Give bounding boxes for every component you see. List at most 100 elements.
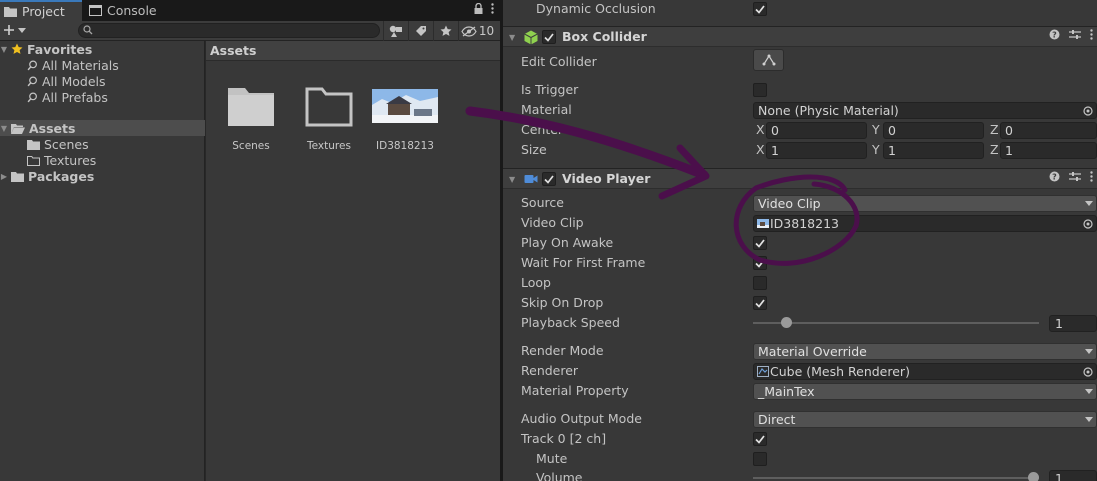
- field-label: Material Property: [521, 383, 629, 398]
- material-object-field[interactable]: None (Physic Material): [753, 102, 1097, 119]
- checkmark-icon: [755, 4, 765, 14]
- center-y-field[interactable]: 0: [883, 122, 984, 139]
- skip-on-drop-checkbox[interactable]: [753, 296, 767, 310]
- expanded-arrow-icon[interactable]: ▼: [0, 124, 8, 133]
- playback-speed-field[interactable]: 1: [1049, 315, 1097, 332]
- size-y-field[interactable]: 1: [883, 142, 984, 159]
- star-icon: [440, 25, 452, 37]
- tab-console[interactable]: Console: [85, 0, 180, 21]
- tree-item-all-models[interactable]: All Models: [0, 73, 205, 89]
- edit-collider-button[interactable]: [753, 49, 784, 71]
- tree-item-textures[interactable]: Textures: [0, 152, 205, 168]
- asset-scenes[interactable]: Scenes: [216, 79, 286, 152]
- lock-icon[interactable]: [474, 3, 483, 14]
- hidden-packages-toggle[interactable]: 10: [458, 21, 496, 41]
- video-clip-icon: [757, 219, 769, 228]
- collapsed-arrow-icon[interactable]: ▶: [0, 172, 8, 181]
- size-x-field[interactable]: 1: [766, 142, 867, 159]
- tree-assets-label: Assets: [29, 120, 76, 136]
- loop-checkbox[interactable]: [753, 276, 767, 290]
- folder-outline-icon: [296, 79, 362, 133]
- center-row: Center X 0 Y 0 Z 0: [503, 120, 1097, 140]
- more-options-icon[interactable]: [1090, 171, 1093, 182]
- help-icon[interactable]: ?: [1049, 29, 1060, 40]
- track0-row: Track 0 [2 ch]: [503, 429, 1097, 449]
- field-label: Track 0 [2 ch]: [521, 431, 607, 446]
- box-collider-enabled-checkbox[interactable]: [542, 30, 556, 44]
- center-x-field[interactable]: 0: [766, 122, 867, 139]
- object-picker-icon[interactable]: [1083, 106, 1093, 116]
- playback-speed-slider[interactable]: [753, 322, 1039, 324]
- tree-item-all-prefabs[interactable]: All Prefabs: [0, 89, 205, 105]
- slider-knob[interactable]: [780, 317, 792, 328]
- svg-text:?: ?: [1052, 31, 1057, 40]
- tree-assets[interactable]: ▼ Assets: [0, 120, 205, 136]
- tag-icon: [415, 25, 427, 37]
- fold-arrow-icon[interactable]: ▼: [509, 175, 515, 184]
- play-on-awake-checkbox[interactable]: [753, 236, 767, 250]
- slider-knob[interactable]: [1028, 472, 1039, 481]
- tree-favorites[interactable]: ▼ Favorites: [0, 41, 205, 57]
- mute-checkbox[interactable]: [753, 452, 767, 466]
- track0-checkbox[interactable]: [753, 432, 767, 446]
- chevron-down-icon: [1085, 201, 1093, 206]
- chevron-down-icon: [1085, 349, 1093, 354]
- field-label: Loop: [521, 275, 551, 290]
- favorites-filter-button[interactable]: [433, 21, 458, 41]
- tree-packages[interactable]: ▶ Packages: [0, 168, 205, 184]
- dropdown-value: Direct: [758, 412, 796, 427]
- tree-packages-label: Packages: [28, 168, 95, 184]
- field-label: Render Mode: [521, 343, 604, 358]
- renderer-row: Renderer Cube (Mesh Renderer): [503, 361, 1097, 381]
- video-clip-object-field[interactable]: ID3818213: [753, 215, 1097, 232]
- filter-by-label-button[interactable]: [408, 21, 433, 41]
- material-property-dropdown[interactable]: _MainTex: [753, 383, 1097, 400]
- audio-output-mode-dropdown[interactable]: Direct: [753, 411, 1097, 428]
- volume-slider[interactable]: [753, 477, 1039, 479]
- loop-row: Loop: [503, 273, 1097, 293]
- tree-item-all-materials[interactable]: All Materials: [0, 57, 205, 73]
- help-icon[interactable]: ?: [1049, 171, 1060, 182]
- more-options-icon[interactable]: [1090, 29, 1093, 40]
- tab-project[interactable]: Project: [0, 0, 82, 21]
- center-z-field[interactable]: 0: [1000, 122, 1097, 139]
- dynamic-occlusion-checkbox[interactable]: [753, 2, 767, 16]
- field-label: Source: [521, 195, 564, 210]
- tab-project-label: Project: [22, 4, 65, 19]
- axis-label: X: [756, 142, 765, 157]
- volume-row: Volume 1: [503, 468, 1097, 481]
- source-dropdown[interactable]: Video Clip: [753, 195, 1097, 212]
- renderer-object-field[interactable]: Cube (Mesh Renderer): [753, 363, 1097, 380]
- tree-item-scenes[interactable]: Scenes: [0, 136, 205, 152]
- field-value: ID3818213: [770, 216, 839, 231]
- asset-textures[interactable]: Textures: [294, 79, 364, 152]
- is-trigger-checkbox[interactable]: [753, 83, 767, 97]
- presets-icon[interactable]: [1069, 29, 1081, 40]
- render-mode-dropdown[interactable]: Material Override: [753, 343, 1097, 360]
- edit-collider-icon: [762, 54, 775, 66]
- dropdown-value: _MainTex: [758, 384, 815, 399]
- size-z-field[interactable]: 1: [1000, 142, 1097, 159]
- wait-for-first-frame-checkbox[interactable]: [753, 256, 767, 270]
- video-player-enabled-checkbox[interactable]: [542, 172, 556, 186]
- fold-arrow-icon[interactable]: ▼: [509, 33, 515, 42]
- object-picker-icon[interactable]: [1083, 219, 1093, 229]
- create-button[interactable]: [3, 24, 26, 36]
- search-input[interactable]: [78, 23, 380, 38]
- field-label: Video Clip: [521, 215, 584, 230]
- checkmark-icon: [755, 238, 765, 248]
- filter-by-type-button[interactable]: [383, 21, 408, 41]
- volume-field[interactable]: 1: [1049, 470, 1097, 481]
- more-options-icon[interactable]: [491, 3, 494, 14]
- checkmark-icon: [755, 298, 765, 308]
- expanded-arrow-icon[interactable]: ▼: [0, 45, 8, 54]
- asset-id3818213[interactable]: ID3818213: [370, 79, 440, 152]
- presets-icon[interactable]: [1069, 171, 1081, 182]
- asset-grid-breadcrumb[interactable]: Assets: [206, 41, 500, 61]
- field-value: Cube (Mesh Renderer): [770, 364, 910, 379]
- object-picker-icon[interactable]: [1083, 367, 1093, 377]
- box-collider-header[interactable]: ▼ Box Collider ?: [503, 26, 1097, 47]
- video-player-header[interactable]: ▼ Video Player ?: [503, 168, 1097, 189]
- field-label: Dynamic Occlusion: [536, 1, 656, 16]
- checkmark-icon: [544, 32, 554, 42]
